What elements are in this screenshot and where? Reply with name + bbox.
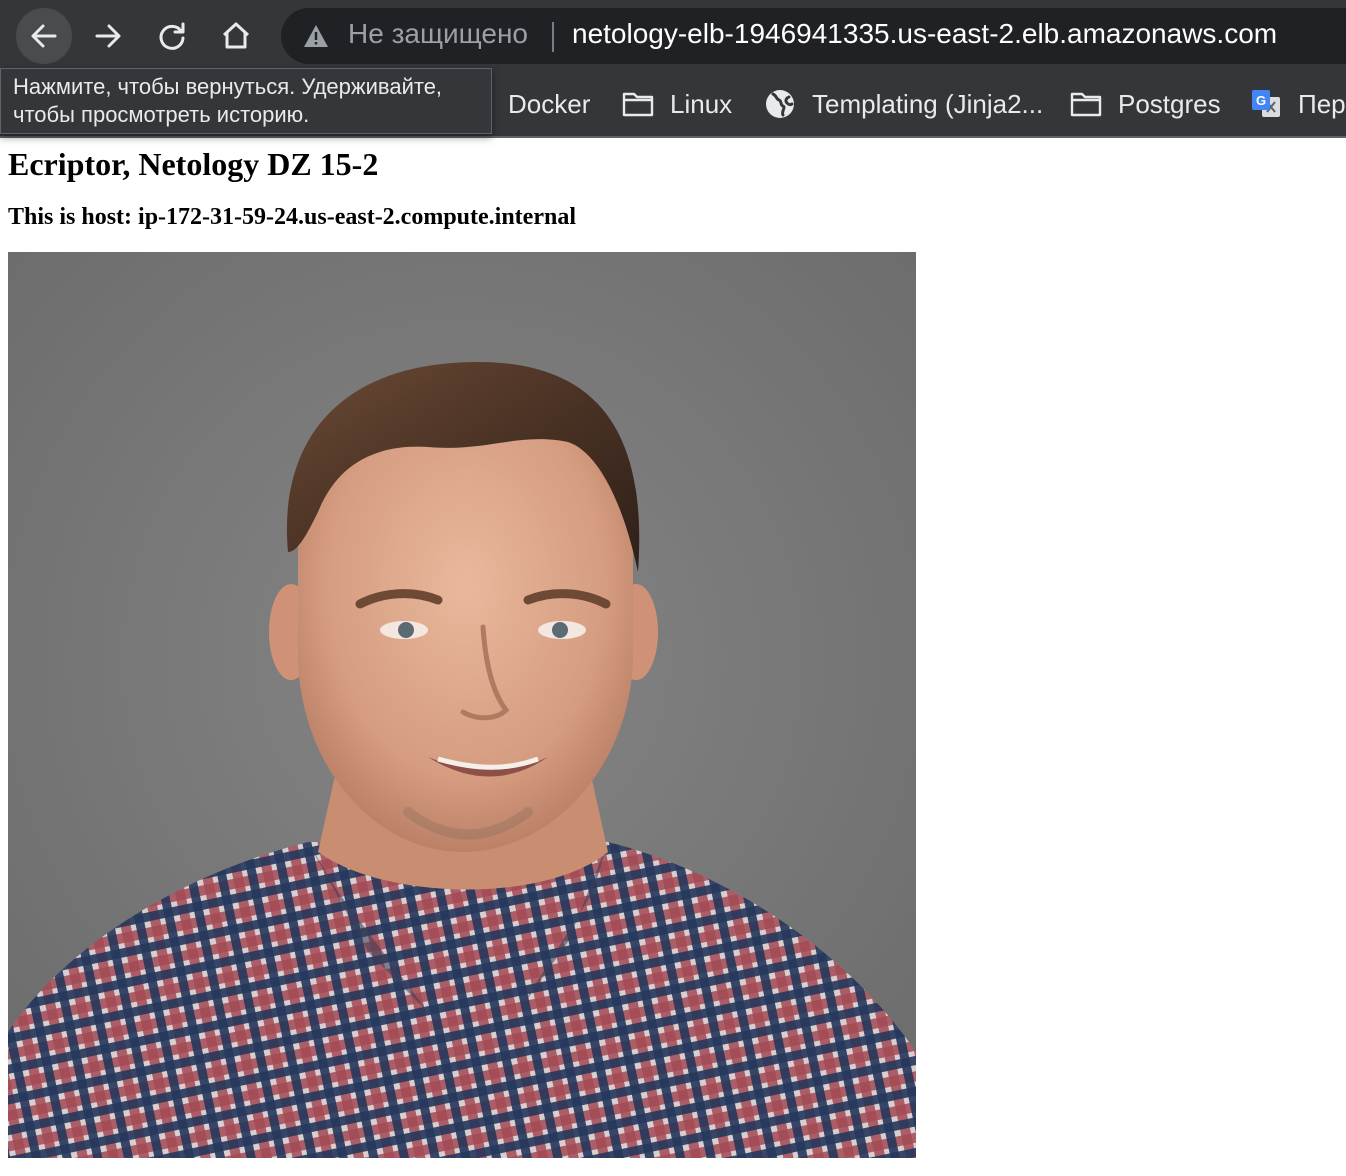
page-content: Ecriptor, Netology DZ 15-2 This is host:…: [0, 140, 1346, 1176]
bookmark-translate[interactable]: G Пер: [1250, 72, 1346, 136]
page-heading: Ecriptor, Netology DZ 15-2: [8, 146, 379, 182]
tooltip-line: Нажмите, чтобы вернуться. Удерживайте,: [13, 74, 443, 99]
bookmark-docker[interactable]: Docker: [508, 72, 590, 136]
bookmark-label: Docker: [508, 88, 591, 119]
security-status-label[interactable]: Не защищено: [348, 18, 528, 50]
bookmark-templating[interactable]: Templating (Jinja2...: [764, 72, 1043, 136]
folder-icon: [1070, 91, 1102, 117]
translate-icon: G: [1250, 88, 1282, 120]
reload-button[interactable]: [144, 8, 200, 64]
home-button[interactable]: [208, 8, 264, 64]
arrow-left-icon: [28, 20, 60, 52]
bookmark-label: Templating (Jinja2...: [812, 88, 1044, 119]
bookmark-label: Пер: [1298, 88, 1346, 119]
host-info: This is host: ip-172-31-59-24.us-east-2.…: [8, 204, 576, 230]
reload-icon: [156, 20, 188, 52]
bookmark-label: Linux: [670, 88, 733, 119]
bookmark-linux[interactable]: Linux: [622, 72, 732, 136]
address-bar[interactable]: Не защищено netology-elb-1946941335.us-e…: [281, 8, 1346, 64]
omnibox-divider: [552, 22, 554, 52]
warning-triangle-icon[interactable]: [303, 24, 329, 53]
home-icon: [220, 20, 252, 52]
tooltip-line: чтобы просмотреть историю.: [13, 102, 310, 127]
bookmark-label: Postgres: [1118, 88, 1221, 119]
globe-icon: [764, 88, 796, 120]
url-text[interactable]: netology-elb-1946941335.us-east-2.elb.am…: [572, 18, 1277, 50]
back-button[interactable]: [16, 8, 72, 64]
back-button-tooltip: Нажмите, чтобы вернуться. Удерживайте, ч…: [0, 68, 492, 134]
portrait-photo: [8, 252, 916, 1158]
folder-icon: [622, 91, 654, 117]
browser-toolbar: Не защищено netology-elb-1946941335.us-e…: [0, 0, 1346, 72]
arrow-right-icon: [92, 20, 124, 52]
svg-text:G: G: [1256, 93, 1266, 108]
forward-button[interactable]: [80, 8, 136, 64]
bookmark-postgres[interactable]: Postgres: [1070, 72, 1221, 136]
